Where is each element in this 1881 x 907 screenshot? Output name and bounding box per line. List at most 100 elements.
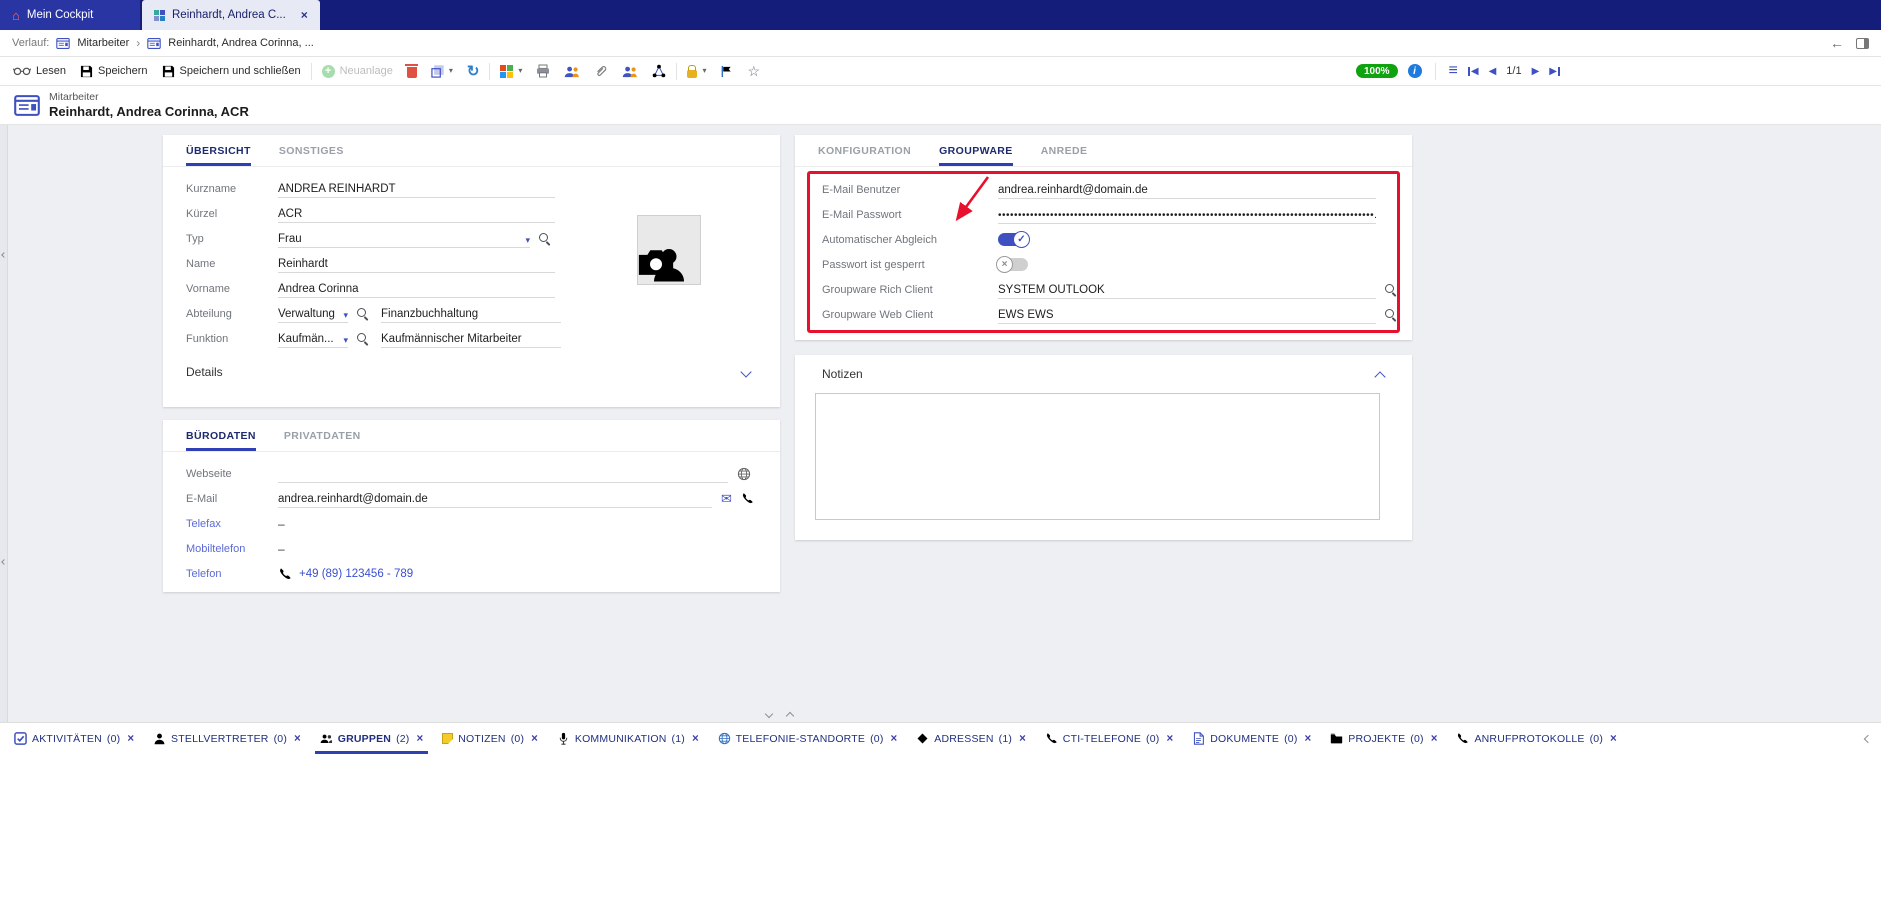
- funktion-detail-input[interactable]: Kaufmännischer Mitarbeiter: [381, 329, 561, 348]
- left-collapsed-panel-rail[interactable]: [0, 125, 8, 722]
- webseite-input[interactable]: [278, 464, 728, 483]
- expand-left-panel-icon[interactable]: [1, 252, 7, 258]
- breadcrumb-item-record[interactable]: Reinhardt, Andrea Corinna, ...: [168, 37, 314, 49]
- field-label-link[interactable]: Telefax: [186, 518, 278, 530]
- pager-prev-button[interactable]: ◀: [1489, 66, 1497, 77]
- chevron-down-icon[interactable]: ▾: [518, 67, 522, 75]
- bottom-tab-anrufprotokolle[interactable]: ANRUFPROTOKOLLE (0) ×: [1456, 723, 1616, 754]
- chevron-down-icon[interactable]: ▾: [343, 336, 348, 345]
- info-icon[interactable]: i: [1408, 64, 1422, 78]
- collapse-down-icon[interactable]: [765, 710, 773, 718]
- bottom-tab-notizen[interactable]: NOTIZEN (0) ×: [442, 723, 538, 754]
- breadcrumb-item-mitarbeiter[interactable]: Mitarbeiter: [77, 37, 129, 49]
- camera-icon[interactable]: [636, 242, 676, 282]
- close-icon[interactable]: ×: [1305, 733, 1312, 745]
- print-button[interactable]: [529, 57, 557, 85]
- bottom-tab-cti-telefone[interactable]: CTI-TELEFONE (0) ×: [1045, 723, 1173, 754]
- globe-icon[interactable]: [737, 467, 751, 481]
- pager-next-button[interactable]: ▶: [1532, 66, 1540, 77]
- tab-uebersicht[interactable]: ÜBERSICHT: [186, 135, 251, 166]
- email-passwort-input[interactable]: ••••••••••••••••••••••••••••••••••••••••…: [998, 205, 1376, 224]
- abteilung-select[interactable]: Verwaltung ▾: [278, 304, 348, 323]
- notizen-textarea[interactable]: [815, 393, 1380, 520]
- flag-button[interactable]: [713, 57, 740, 85]
- chevron-down-icon[interactable]: [740, 366, 751, 377]
- email-input[interactable]: andrea.reinhardt@domain.de: [278, 489, 712, 508]
- funktion-select[interactable]: Kaufmän... ▾: [278, 329, 348, 348]
- refresh-button[interactable]: ↻: [460, 57, 487, 85]
- web-client-input[interactable]: EWS EWS: [998, 305, 1376, 324]
- apps-button[interactable]: ▾: [493, 57, 529, 85]
- name-input[interactable]: Reinhardt: [278, 254, 555, 273]
- tab-privatdaten[interactable]: PRIVATDATEN: [284, 420, 361, 451]
- lesen-button[interactable]: Lesen: [6, 57, 73, 85]
- search-icon[interactable]: [538, 232, 551, 245]
- search-icon[interactable]: [1384, 283, 1397, 296]
- tab-konfiguration[interactable]: KONFIGURATION: [818, 135, 911, 166]
- tab-mein-cockpit[interactable]: ⌂ Mein Cockpit: [0, 0, 140, 30]
- close-icon[interactable]: ×: [692, 733, 699, 745]
- close-icon[interactable]: ×: [891, 733, 898, 745]
- chevron-up-icon[interactable]: [1374, 371, 1385, 382]
- phone-icon[interactable]: [741, 492, 754, 505]
- expand-right-panel-icon[interactable]: [1864, 734, 1872, 742]
- expand-left-panel-icon[interactable]: [1, 559, 7, 565]
- close-icon[interactable]: ×: [1610, 733, 1617, 745]
- bottom-tab-kommunikation[interactable]: KOMMUNIKATION (1) ×: [557, 723, 699, 754]
- tab-sonstiges[interactable]: SONSTIGES: [279, 135, 344, 166]
- search-icon[interactable]: [356, 307, 369, 320]
- close-icon[interactable]: ×: [531, 733, 538, 745]
- tab-groupware[interactable]: GROUPWARE: [939, 135, 1013, 166]
- field-label-link[interactable]: Telefon: [186, 568, 278, 580]
- permissions-button[interactable]: ▾: [680, 57, 713, 85]
- kuerzel-input[interactable]: ACR: [278, 204, 555, 223]
- typ-select[interactable]: Frau ▾: [278, 229, 530, 248]
- close-icon[interactable]: ×: [1019, 733, 1026, 745]
- speichern-und-schliessen-button[interactable]: Speichern und schließen: [155, 57, 308, 85]
- attachment-button[interactable]: [587, 57, 615, 85]
- favorite-button[interactable]: ☆: [740, 57, 767, 85]
- participants-button[interactable]: [557, 57, 587, 85]
- close-icon[interactable]: ×: [1431, 733, 1438, 745]
- gesperrt-toggle[interactable]: ×: [998, 258, 1028, 271]
- close-icon[interactable]: ×: [127, 733, 134, 745]
- chevron-down-icon[interactable]: ▾: [525, 236, 530, 245]
- groups-button[interactable]: [615, 57, 645, 85]
- chevron-down-icon[interactable]: ▾: [449, 67, 453, 75]
- tab-record-reinhardt[interactable]: Reinhardt, Andrea C... ×: [142, 0, 320, 30]
- envelope-icon[interactable]: ✉: [721, 492, 732, 505]
- bottom-tab-stellvertreter[interactable]: STELLVERTRETER (0) ×: [153, 723, 301, 754]
- search-icon[interactable]: [356, 332, 369, 345]
- delete-button[interactable]: [400, 57, 424, 85]
- tab-buerodaten[interactable]: BÜRODATEN: [186, 420, 256, 451]
- neuanlage-button[interactable]: + Neuanlage: [315, 57, 400, 85]
- abgleich-toggle[interactable]: ✓: [998, 233, 1028, 246]
- bottom-tab-gruppen[interactable]: GRUPPEN (2) ×: [320, 723, 423, 754]
- bottom-tab-projekte[interactable]: PROJEKTE (0) ×: [1330, 723, 1437, 754]
- bottom-tab-dokumente[interactable]: DOKUMENTE (0) ×: [1192, 723, 1311, 754]
- tab-anrede[interactable]: ANREDE: [1041, 135, 1088, 166]
- abteilung-detail-input[interactable]: Finanzbuchhaltung: [381, 304, 561, 323]
- zoom-badge[interactable]: 100%: [1356, 64, 1398, 78]
- close-icon[interactable]: ×: [294, 733, 301, 745]
- transfer-button[interactable]: ▾: [424, 57, 460, 85]
- close-icon[interactable]: ×: [1166, 733, 1173, 745]
- pager-last-button[interactable]: ▶: [1549, 66, 1560, 77]
- details-expander[interactable]: Details: [163, 351, 780, 379]
- phone-number-link[interactable]: +49 (89) 123456 - 789: [299, 568, 413, 580]
- collapse-up-icon[interactable]: [786, 712, 794, 720]
- chevron-down-icon[interactable]: ▾: [702, 67, 706, 75]
- close-icon[interactable]: ×: [301, 8, 308, 22]
- back-arrow-icon[interactable]: ←: [1830, 35, 1844, 51]
- vorname-input[interactable]: Andrea Corinna: [278, 279, 555, 298]
- menu-icon[interactable]: ≡: [1449, 63, 1458, 79]
- field-label-link[interactable]: Mobiltelefon: [186, 543, 278, 555]
- bottom-tab-aktivitaeten[interactable]: AKTIVITÄTEN (0) ×: [14, 723, 134, 754]
- side-panel-toggle-icon[interactable]: [1856, 38, 1869, 49]
- call-phone-icon[interactable]: [278, 567, 292, 581]
- close-icon[interactable]: ×: [417, 733, 424, 745]
- kurzname-input[interactable]: ANDREA REINHARDT: [278, 179, 555, 198]
- bottom-tab-telefonie-standorte[interactable]: TELEFONIE-STANDORTE (0) ×: [718, 723, 898, 754]
- pager-first-button[interactable]: ◀: [1468, 66, 1479, 77]
- rich-client-input[interactable]: SYSTEM OUTLOOK: [998, 280, 1376, 299]
